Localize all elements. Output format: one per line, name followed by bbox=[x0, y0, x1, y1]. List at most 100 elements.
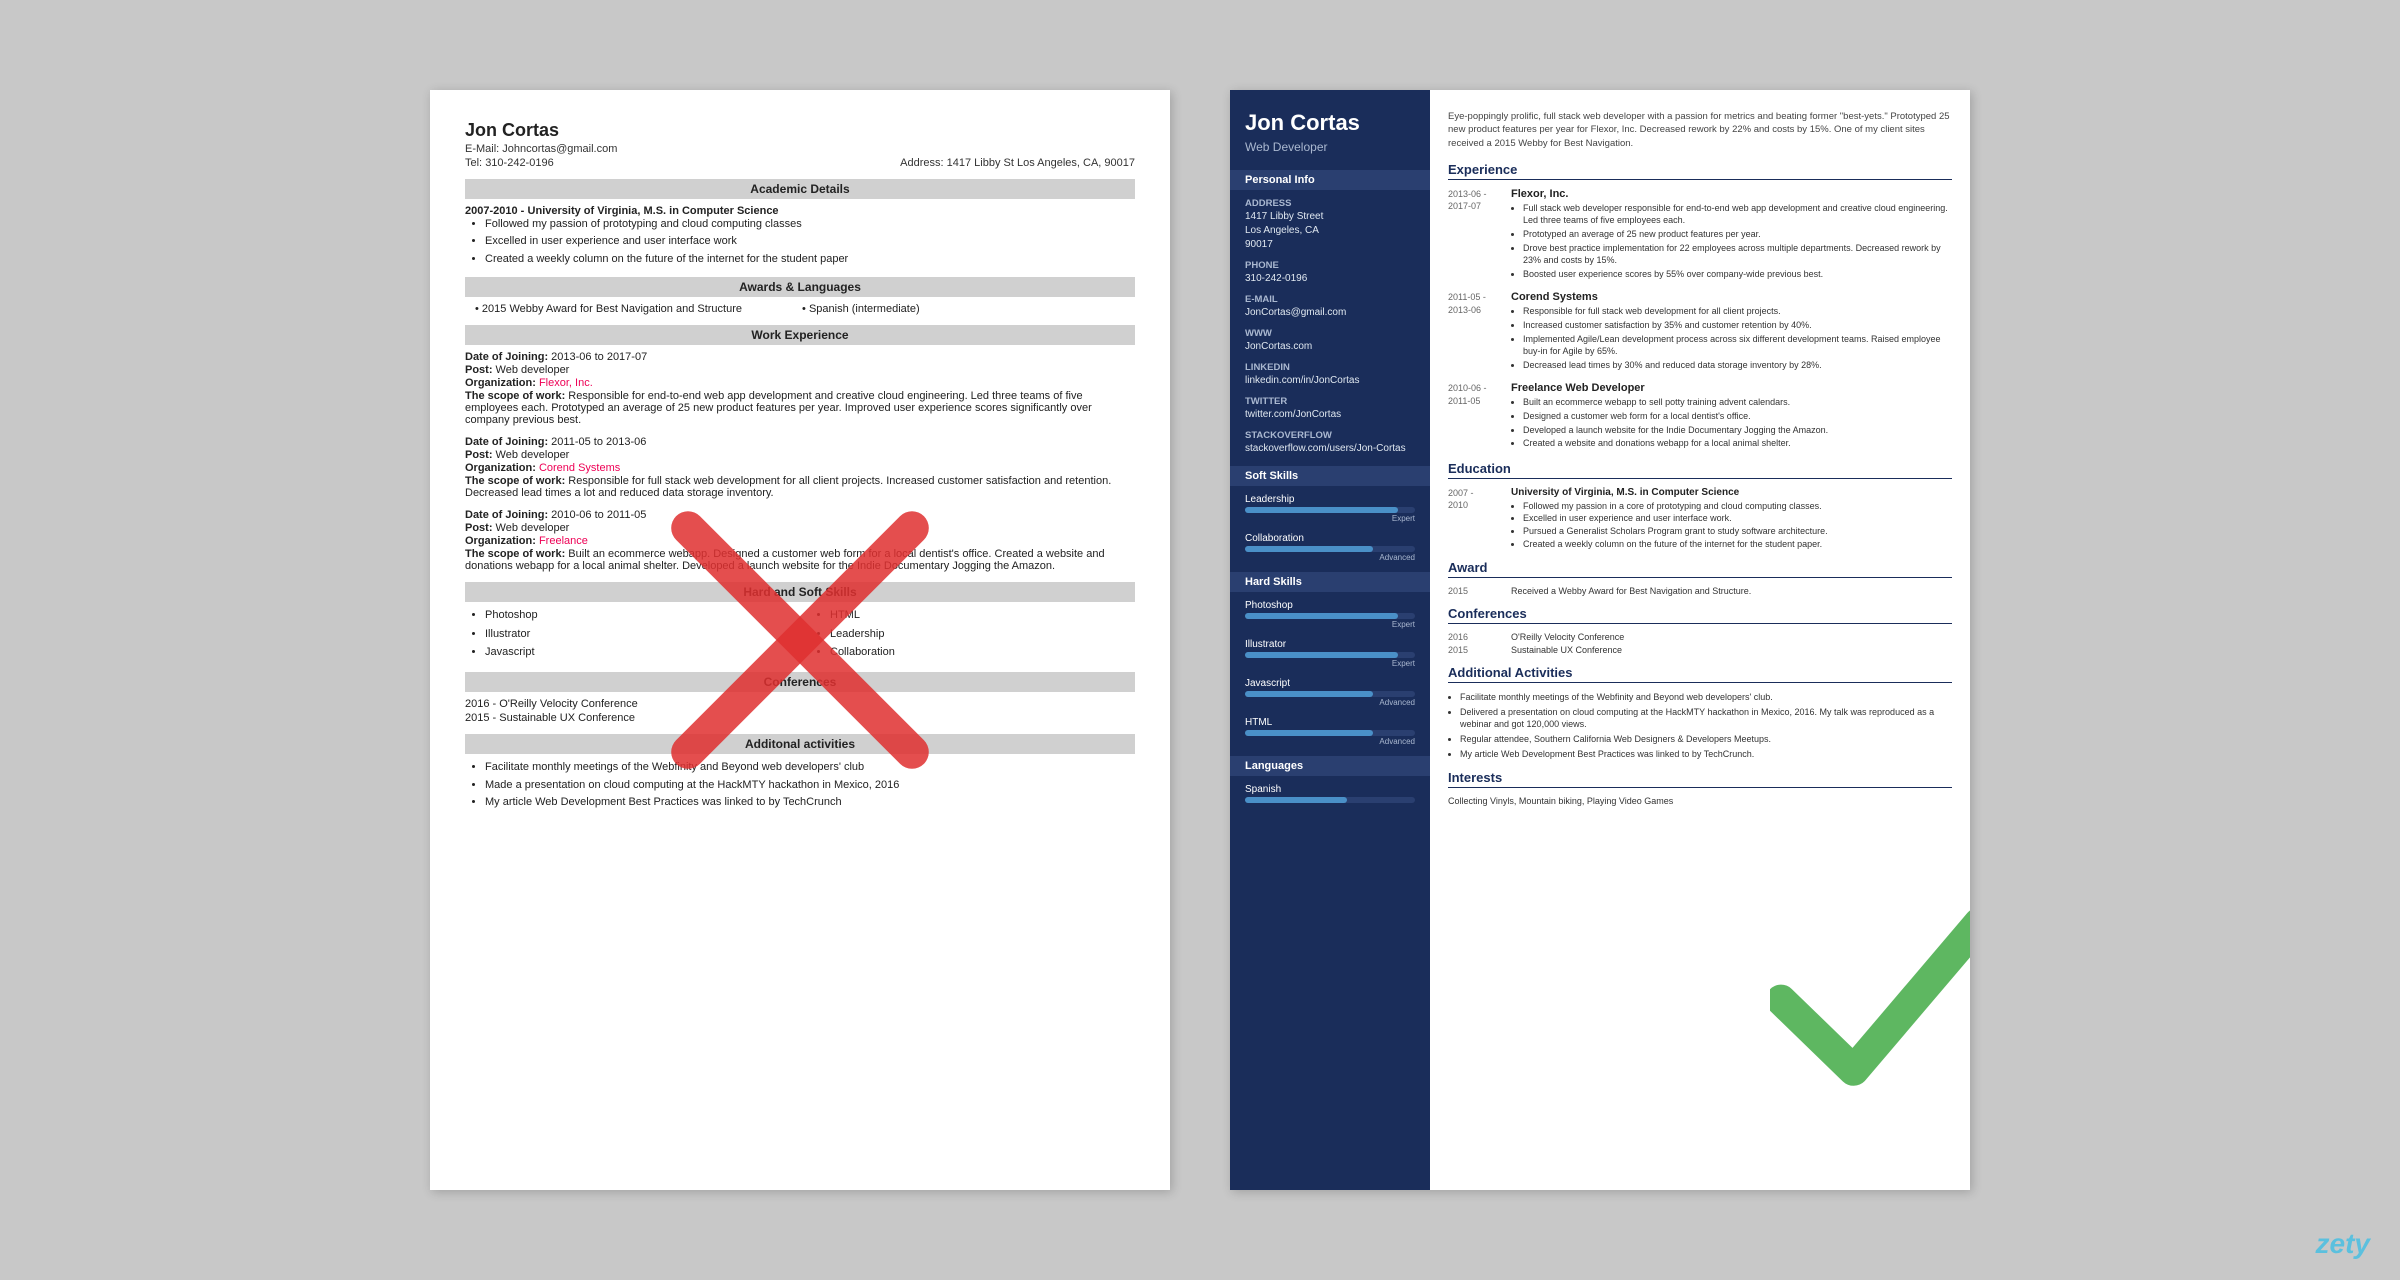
conf-name-2: Sustainable UX Conference bbox=[1511, 645, 1622, 655]
left-contact-row: Tel: 310-242-0196 Address: 1417 Libby St… bbox=[465, 157, 1135, 169]
exp-3-b4: Created a website and donations webapp f… bbox=[1523, 437, 1828, 450]
conf-year-2: 2015 bbox=[1448, 645, 1503, 655]
academic-bullet-2: Excelled in user experience and user int… bbox=[485, 234, 1135, 249]
activities-list-right: Facilitate monthly meetings of the Webfi… bbox=[1460, 691, 1952, 760]
skill-1: Photoshop bbox=[485, 608, 790, 623]
job-1: Date of Joining: 2013-06 to 2017-07 Post… bbox=[465, 351, 1135, 426]
skill-leadership-label: Leadership bbox=[1245, 494, 1415, 505]
skill-javascript: Javascript Advanced bbox=[1245, 678, 1415, 707]
skill-5: Leadership bbox=[830, 627, 1135, 642]
exp-3-b1: Built an ecommerce webapp to sell potty … bbox=[1523, 396, 1828, 409]
exp-1-bullets: Full stack web developer responsible for… bbox=[1523, 202, 1952, 281]
personal-info-title: Personal Info bbox=[1230, 170, 1430, 190]
email-value: Johncortas@gmail.com bbox=[502, 143, 617, 155]
address-value: 1417 Libby St Los Angeles, CA, 90017 bbox=[947, 157, 1135, 169]
phone-value-s: 310-242-0196 bbox=[1245, 272, 1415, 286]
exp-1-b1: Full stack web developer responsible for… bbox=[1523, 202, 1952, 227]
exp-3-bullets: Built an ecommerce webapp to sell potty … bbox=[1523, 396, 1828, 449]
exp-3-company: Freelance Web Developer bbox=[1511, 382, 1828, 394]
stackoverflow-label-s: StackOverflow bbox=[1245, 430, 1415, 441]
exp-3: 2010-06 -2011-05 Freelance Web Developer… bbox=[1448, 382, 1952, 450]
education-title: Education bbox=[1448, 461, 1952, 479]
linkedin-label-s: LinkedIn bbox=[1245, 362, 1415, 373]
tel-label: Tel: bbox=[465, 157, 482, 169]
activities-list: Facilitate monthly meetings of the Webfi… bbox=[485, 760, 1135, 810]
exp-2-b3: Implemented Agile/Lean development proce… bbox=[1523, 333, 1952, 358]
exp-1-b4: Boosted user experience scores by 55% ov… bbox=[1523, 268, 1952, 281]
linkedin-value-s: linkedin.com/in/JonCortas bbox=[1245, 374, 1415, 388]
tel-line: Tel: 310-242-0196 bbox=[465, 157, 554, 169]
skill-javascript-badge: Advanced bbox=[1245, 698, 1415, 707]
award-item: • 2015 Webby Award for Best Navigation a… bbox=[475, 303, 742, 315]
experience-title: Experience bbox=[1448, 162, 1952, 180]
address-value-s: 1417 Libby StreetLos Angeles, CA90017 bbox=[1245, 210, 1415, 252]
interests-text: Collecting Vinyls, Mountain biking, Play… bbox=[1448, 796, 1952, 806]
exp-2-b1: Responsible for full stack web developme… bbox=[1523, 305, 1952, 318]
sidebar: Jon Cortas Web Developer Personal Info A… bbox=[1230, 90, 1430, 1190]
skill-photoshop-badge: Expert bbox=[1245, 620, 1415, 629]
tel-value: 310-242-0196 bbox=[485, 157, 554, 169]
conf-2: 2015 - Sustainable UX Conference bbox=[465, 712, 1135, 724]
skill-2: Illustrator bbox=[485, 627, 790, 642]
skills-section-header: Hard and Soft Skills bbox=[465, 582, 1135, 602]
exp-1-date: 2013-06 -2017-07 bbox=[1448, 188, 1503, 282]
activities-section-header: Additonal activities bbox=[465, 734, 1135, 754]
zety-watermark: zety bbox=[2316, 1228, 2370, 1260]
conf-year-1: 2016 bbox=[1448, 632, 1503, 642]
conf-name-1: O'Reilly Velocity Conference bbox=[1511, 632, 1624, 642]
right-resume: Jon Cortas Web Developer Personal Info A… bbox=[1230, 90, 1970, 1190]
exp-1-b3: Drove best practice implementation for 2… bbox=[1523, 242, 1952, 267]
edu-1-b4: Created a weekly column on the future of… bbox=[1523, 538, 1828, 551]
job-2: Date of Joining: 2011-05 to 2013-06 Post… bbox=[465, 436, 1135, 499]
academic-years: 2007-2010 - bbox=[465, 205, 524, 217]
skill-html-badge: Advanced bbox=[1245, 737, 1415, 746]
act-1: Facilitate monthly meetings of the Webfi… bbox=[1460, 691, 1952, 704]
work-section-header: Work Experience bbox=[465, 325, 1135, 345]
exp-3-b2: Designed a customer web form for a local… bbox=[1523, 410, 1828, 423]
academic-section-header: Academic Details bbox=[465, 179, 1135, 199]
languages-title: Languages bbox=[1230, 756, 1430, 776]
language-item: • Spanish (intermediate) bbox=[802, 303, 920, 315]
act-2: Delivered a presentation on cloud comput… bbox=[1460, 706, 1952, 731]
skill-illustrator: Illustrator Expert bbox=[1245, 639, 1415, 668]
exp-1-b2: Prototyped an average of 25 new product … bbox=[1523, 228, 1952, 241]
left-name: Jon Cortas bbox=[465, 120, 1135, 141]
twitter-value-s: twitter.com/JonCortas bbox=[1245, 408, 1415, 422]
exp-2-b2: Increased customer satisfaction by 35% a… bbox=[1523, 319, 1952, 332]
skill-photoshop: Photoshop Expert bbox=[1245, 600, 1415, 629]
left-resume: Jon Cortas E-Mail: Johncortas@gmail.com … bbox=[430, 90, 1170, 1190]
skill-6: Collaboration bbox=[830, 645, 1135, 660]
hard-skills-title: Hard Skills bbox=[1230, 572, 1430, 592]
address-label-s: Address bbox=[1245, 198, 1415, 209]
academic-bullets: Followed my passion of prototyping and c… bbox=[485, 217, 1135, 267]
exp-2-bullets: Responsible for full stack web developme… bbox=[1523, 305, 1952, 371]
skill-collaboration-badge: Advanced bbox=[1245, 553, 1415, 562]
job-3: Date of Joining: 2010-06 to 2011-05 Post… bbox=[465, 509, 1135, 572]
academic-entry: 2007-2010 - University of Virginia, M.S.… bbox=[465, 205, 1135, 267]
twitter-label-s: Twitter bbox=[1245, 396, 1415, 407]
edu-1-bullets: Followed my passion in a core of prototy… bbox=[1523, 500, 1828, 550]
edu-1-b1: Followed my passion in a core of prototy… bbox=[1523, 500, 1828, 513]
skills-list: Photoshop HTML Illustrator Leadership Ja… bbox=[485, 608, 1135, 662]
skill-leadership-fill bbox=[1245, 507, 1398, 513]
exp-2-b4: Decreased lead times by 30% and reduced … bbox=[1523, 359, 1952, 372]
skill-collaboration-fill bbox=[1245, 546, 1373, 552]
skill-html: HTML Advanced bbox=[1245, 717, 1415, 746]
skill-leadership: Leadership Expert bbox=[1245, 494, 1415, 523]
skill-illustrator-badge: Expert bbox=[1245, 659, 1415, 668]
award-year: 2015 bbox=[1448, 586, 1503, 596]
edu-1-b2: Excelled in user experience and user int… bbox=[1523, 512, 1828, 525]
email-label-s: E-mail bbox=[1245, 294, 1415, 305]
academic-degree: University of Virginia, M.S. in Computer… bbox=[528, 205, 779, 217]
address-label: Address: bbox=[900, 157, 943, 169]
conf-right-2: 2015 Sustainable UX Conference bbox=[1448, 645, 1952, 655]
academic-bullet-3: Created a weekly column on the future of… bbox=[485, 252, 1135, 267]
awards-section-header: Awards & Languages bbox=[465, 277, 1135, 297]
soft-skills-title: Soft Skills bbox=[1230, 466, 1430, 486]
exp-2-company: Corend Systems bbox=[1511, 291, 1952, 303]
awards-row: • 2015 Webby Award for Best Navigation a… bbox=[465, 303, 1135, 315]
www-value-s: JonCortas.com bbox=[1245, 340, 1415, 354]
stackoverflow-value-s: stackoverflow.com/users/Jon-Cortas bbox=[1245, 442, 1415, 456]
award-text: Received a Webby Award for Best Navigati… bbox=[1511, 586, 1751, 596]
skill-leadership-track bbox=[1245, 507, 1415, 513]
